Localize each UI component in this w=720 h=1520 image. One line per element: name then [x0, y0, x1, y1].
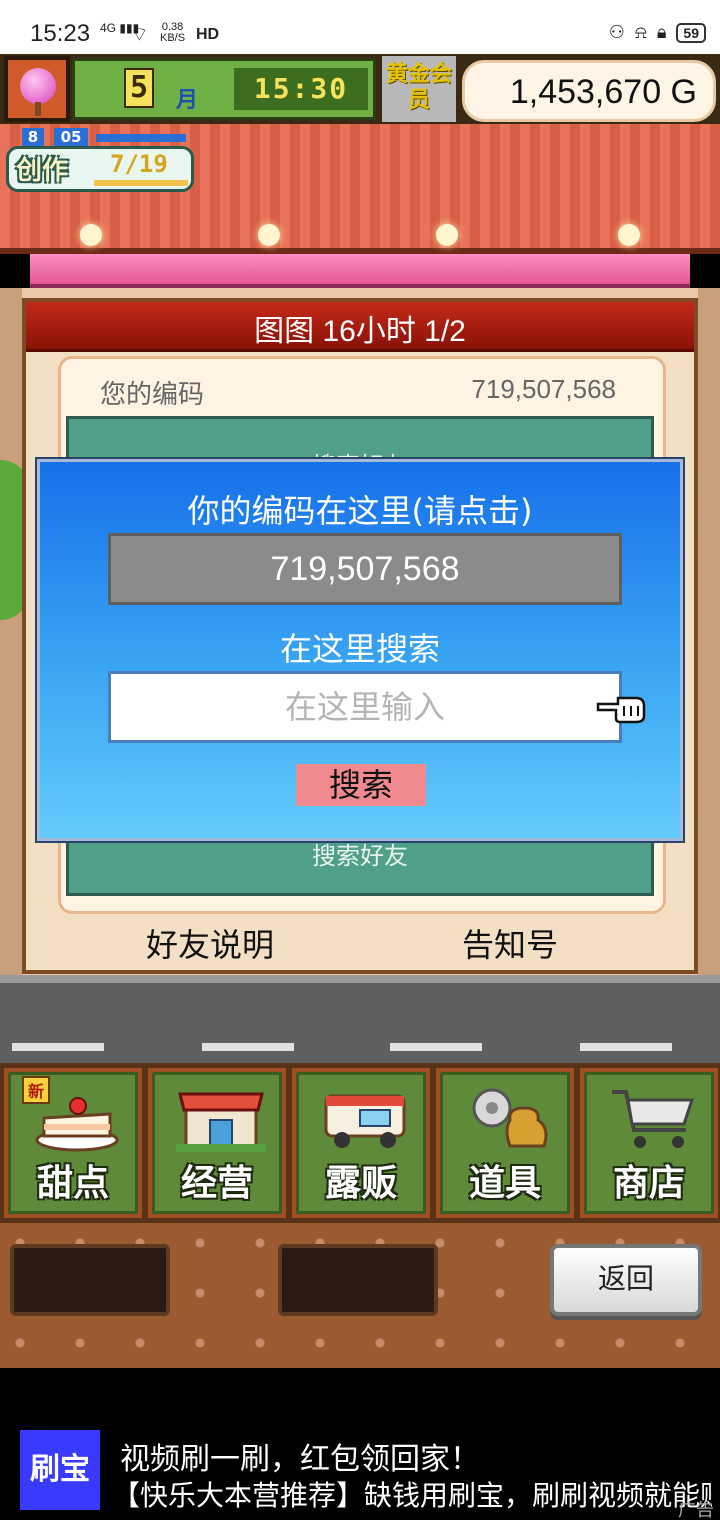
creation-badge[interactable]: 8 05 创作 7/19: [6, 128, 196, 194]
lamp-icon: [258, 224, 280, 246]
network-type: 4G: [100, 21, 117, 35]
code-display[interactable]: 719,507,568: [108, 533, 622, 605]
empty-slot[interactable]: [278, 1244, 438, 1316]
panel-title: 图图 16小时 1/2: [254, 315, 466, 348]
cotton-candy-stick: [35, 102, 41, 116]
your-code-value: 719,507,568: [471, 374, 616, 404]
lane-marking: [12, 1043, 104, 1051]
cart-icon: [612, 1090, 695, 1148]
creation-label: 创作: [16, 156, 69, 186]
ad-title[interactable]: 视频刷一刷，红包领回家！: [120, 1434, 480, 1478]
cake-icon: [35, 1097, 119, 1152]
menu-item-manage[interactable]: 经营: [148, 1068, 286, 1218]
ad-body[interactable]: 【快乐大本营推荐】缺钱用刷宝，刷刷视频就能赚: [112, 1474, 712, 1514]
lane-marking: [202, 1043, 294, 1051]
creation-level-bar: [96, 134, 186, 142]
lamp-icon: [80, 224, 102, 246]
lamp-icon: [618, 224, 640, 246]
your-code-label: 您的编码: [100, 380, 205, 410]
search-friends-button[interactable]: 搜索好友: [66, 836, 654, 871]
pointing-hand-icon: [596, 696, 646, 724]
wall-pillar-right: [698, 288, 720, 988]
back-button[interactable]: 返回: [550, 1244, 702, 1316]
menu-label-items: 道具: [468, 1163, 541, 1204]
speed-unit: KB/S: [160, 32, 186, 44]
shop-sign: [30, 254, 690, 288]
items-icon: [472, 1088, 548, 1148]
menu-label-dessert: 甜点: [36, 1163, 109, 1204]
creation-progress-bar: [94, 180, 188, 186]
menu-item-dessert[interactable]: 新 甜点: [4, 1068, 142, 1218]
wall-pillar-left: [0, 288, 22, 988]
tab-notice-id[interactable]: 告知号: [360, 920, 660, 966]
status-right-icons: ⚇ ⍾ 🔒︎ 59: [609, 22, 706, 43]
status-time: 15:23: [30, 20, 91, 47]
month-number: 5: [124, 68, 154, 108]
search-label: 在这里搜索: [279, 630, 440, 668]
menu-item-items[interactable]: 道具: [436, 1068, 574, 1218]
tab-friend-info[interactable]: 好友说明: [60, 920, 360, 966]
search-button[interactable]: 搜索: [296, 764, 426, 806]
creation-level-b: 05: [54, 128, 88, 148]
menu-label-store: 商店: [612, 1163, 685, 1204]
ad-tag: 广告: [678, 1500, 714, 1520]
gold-member-badge[interactable]: 黄金会员: [382, 56, 456, 122]
food-truck-icon: [324, 1094, 406, 1148]
creation-progress: 7/19: [110, 150, 168, 178]
shop-icon: [176, 1092, 266, 1152]
menu-label-stall: 露贩: [324, 1163, 397, 1204]
lock-icon: 🔒︎: [656, 22, 667, 43]
month-label: 月: [176, 88, 199, 113]
lane-marking: [390, 1043, 482, 1051]
dialog-title: 你的编码在这里(请点击): [187, 492, 533, 530]
hd-badge: HD: [196, 26, 220, 43]
lane-marking: [580, 1043, 672, 1051]
avatar[interactable]: [4, 56, 70, 122]
ad-logo[interactable]: 刷宝: [20, 1430, 100, 1510]
network-speed: 0.38 KB/S: [160, 22, 185, 44]
menu-item-store[interactable]: 商店: [580, 1068, 718, 1218]
money-display: 1,453,670 G: [462, 60, 716, 122]
hotspot-icon: ⚇: [608, 22, 625, 43]
game-clock: 15:30: [234, 68, 368, 110]
menu-label-manage: 经营: [180, 1163, 253, 1204]
creation-level-a: 8: [22, 128, 44, 148]
lamp-icon: [436, 224, 458, 246]
street: [0, 975, 720, 1070]
vibrate-icon: ⍾: [634, 22, 647, 43]
wifi-icon: ⌔: [130, 22, 149, 46]
cotton-candy-icon: [20, 68, 56, 104]
search-input[interactable]: [108, 671, 622, 743]
empty-slot[interactable]: [10, 1244, 170, 1316]
menu-item-stall[interactable]: 露贩: [292, 1068, 430, 1218]
battery-icon: 59: [676, 22, 706, 43]
